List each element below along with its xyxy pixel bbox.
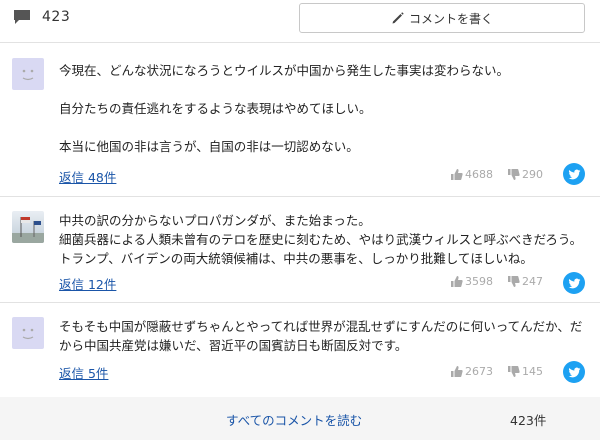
- vote-area: 2673 145: [450, 365, 543, 378]
- photo-avatar[interactable]: [12, 211, 44, 243]
- twitter-bird-icon: [568, 278, 580, 288]
- like-button[interactable]: 4688: [450, 168, 493, 181]
- total-count-unit: 件: [533, 413, 547, 428]
- like-count: 4688: [465, 168, 493, 181]
- reply-link[interactable]: 返信 12件: [59, 274, 116, 293]
- comment-text: そもそも中国が隠蔽せずちゃんとやってれば世界が混乱せずにすんだのに何いってんだか…: [59, 317, 584, 355]
- comment-paragraph: 自分たちの責任逃れをするような表現はやめてほしい。: [59, 101, 372, 116]
- comment-bubble-icon: [14, 10, 30, 24]
- thumbs-down-icon: [508, 169, 520, 180]
- total-count-number: 423: [510, 413, 534, 428]
- twitter-share-button[interactable]: [563, 361, 585, 383]
- comment-item: 中共の訳の分からないプロパガンダが、また始まった。 細菌兵器による人類未曾有のテ…: [0, 197, 600, 302]
- thumbs-up-icon: [451, 276, 463, 287]
- twitter-share-button[interactable]: [563, 272, 585, 294]
- flag-photo-icon: [12, 217, 44, 243]
- twitter-share-button[interactable]: [563, 163, 585, 185]
- comment-text: 今現在、どんな状況になろうとウイルスが中国から発生した事実は変わらない。 自分た…: [59, 61, 584, 156]
- like-count: 2673: [465, 365, 493, 378]
- comment-paragraph: 中共の訳の分からないプロパガンダが、また始まった。 細菌兵器による人類未曾有のテ…: [59, 213, 583, 266]
- thumbs-down-icon: [508, 276, 520, 287]
- comment-paragraph: そもそも中国が隠蔽せずちゃんとやってれば世界が混乱せずにすんだのに何いってんだか…: [59, 319, 583, 353]
- twitter-bird-icon: [568, 169, 580, 179]
- reply-link[interactable]: 返信 5件: [59, 363, 108, 382]
- comment-item: 今現在、どんな状況になろうとウイルスが中国から発生した事実は変わらない。 自分た…: [0, 43, 600, 196]
- face-icon: [22, 328, 34, 340]
- dislike-count: 145: [522, 365, 543, 378]
- dislike-count: 290: [522, 168, 543, 181]
- dislike-button[interactable]: 247: [507, 275, 543, 288]
- face-icon: [22, 69, 34, 81]
- thumbs-down-icon: [508, 366, 520, 377]
- default-avatar[interactable]: [12, 317, 44, 349]
- like-count: 3598: [465, 275, 493, 288]
- dislike-button[interactable]: 145: [507, 365, 543, 378]
- vote-area: 3598 247: [450, 275, 543, 288]
- comments-footer: すべてのコメントを読む 423件: [0, 397, 600, 440]
- dislike-button[interactable]: 290: [507, 168, 543, 181]
- default-avatar[interactable]: [12, 58, 44, 90]
- thumbs-up-icon: [451, 169, 463, 180]
- total-comment-count: 423件: [510, 410, 546, 429]
- vote-area: 4688 290: [450, 168, 543, 181]
- thumbs-up-icon: [451, 366, 463, 377]
- read-all-comments-link[interactable]: すべてのコメントを読む: [226, 410, 362, 429]
- write-comment-button[interactable]: コメントを書く: [299, 3, 585, 33]
- write-comment-label: コメントを書く: [408, 11, 493, 26]
- comment-count: 423: [42, 9, 71, 25]
- comment-paragraph: 今現在、どんな状況になろうとウイルスが中国から発生した事実は変わらない。: [59, 63, 510, 78]
- like-button[interactable]: 2673: [450, 365, 493, 378]
- comment-text: 中共の訳の分からないプロパガンダが、また始まった。 細菌兵器による人類未曾有のテ…: [59, 211, 584, 268]
- comments-header: 423 コメントを書く: [0, 0, 600, 38]
- like-button[interactable]: 3598: [450, 275, 493, 288]
- comment-item: そもそも中国が隠蔽せずちゃんとやってれば世界が混乱せずにすんだのに何いってんだか…: [0, 303, 600, 397]
- reply-link[interactable]: 返信 48件: [59, 167, 116, 186]
- pencil-icon: [392, 12, 404, 24]
- dislike-count: 247: [522, 275, 543, 288]
- comment-paragraph: 本当に他国の非は言うが、自国の非は一切認めない。: [59, 139, 359, 154]
- twitter-bird-icon: [568, 367, 580, 377]
